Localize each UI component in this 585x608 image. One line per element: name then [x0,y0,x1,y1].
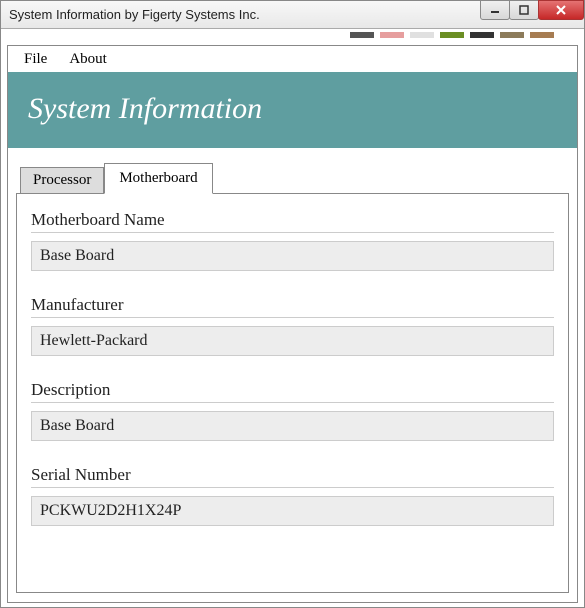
label-motherboard-name: Motherboard Name [31,210,554,233]
swatch [530,32,554,38]
tab-motherboard[interactable]: Motherboard [104,163,212,194]
close-icon [555,4,567,16]
color-strip [1,31,584,39]
maximize-icon [519,5,529,15]
menubar: File About [8,46,577,72]
header-banner: System Information [8,72,577,148]
swatch [410,32,434,38]
field-serial-number: Serial Number PCKWU2D2H1X24P [31,465,554,526]
label-serial-number: Serial Number [31,465,554,488]
window-controls [481,0,584,20]
field-manufacturer: Manufacturer Hewlett-Packard [31,295,554,356]
value-motherboard-name: Base Board [31,241,554,271]
field-description: Description Base Board [31,380,554,441]
swatch [380,32,404,38]
titlebar: System Information by Figerty Systems In… [1,1,584,29]
value-description: Base Board [31,411,554,441]
tab-strip: Processor Motherboard [20,162,569,193]
menu-about[interactable]: About [61,49,115,70]
maximize-button[interactable] [509,0,539,20]
swatch [440,32,464,38]
content-area: Processor Motherboard Motherboard Name B… [8,148,577,602]
tab-panel-motherboard: Motherboard Name Base Board Manufacturer… [16,193,569,593]
menu-file[interactable]: File [16,49,55,70]
page-title: System Information [28,92,262,125]
value-manufacturer: Hewlett-Packard [31,326,554,356]
app-frame: File About System Information Processor … [7,45,578,603]
tab-processor[interactable]: Processor [20,167,104,194]
swatch [500,32,524,38]
label-manufacturer: Manufacturer [31,295,554,318]
close-button[interactable] [538,0,584,20]
swatch [350,32,374,38]
field-motherboard-name: Motherboard Name Base Board [31,210,554,271]
value-serial-number: PCKWU2D2H1X24P [31,496,554,526]
minimize-icon [490,5,500,15]
swatch [470,32,494,38]
window-title: System Information by Figerty Systems In… [5,7,260,22]
label-description: Description [31,380,554,403]
minimize-button[interactable] [480,0,510,20]
